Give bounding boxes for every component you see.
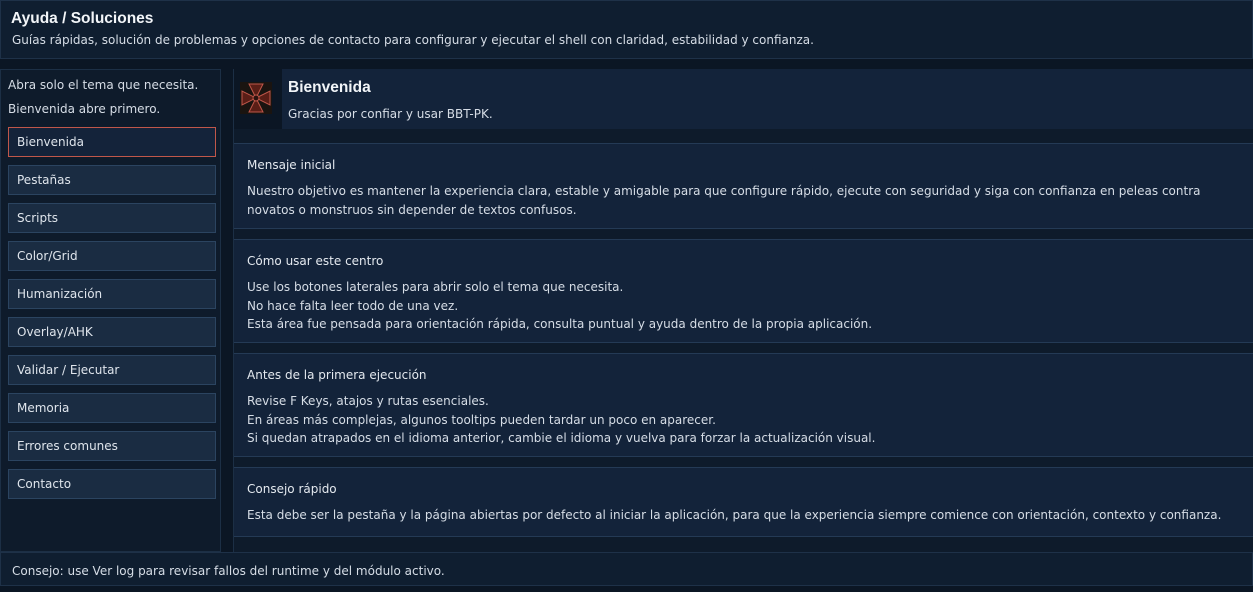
card-line: Nuestro objetivo es mantener la experien… [247, 184, 1201, 217]
section-title-box: Bienvenida Gracias por confiar y usar BB… [282, 69, 1253, 129]
section-header: Bienvenida Gracias por confiar y usar BB… [234, 69, 1253, 129]
footer-tip: Consejo: use Ver log para revisar fallos… [12, 564, 445, 578]
card-body: Use los botones laterales para abrir sol… [247, 278, 1247, 334]
sidebar-item-scripts[interactable]: Scripts [8, 203, 216, 233]
sidebar-item-pestanas[interactable]: Pestañas [8, 165, 216, 195]
app-subtitle: Guías rápidas, solución de problemas y o… [12, 33, 814, 47]
card-line: Revise F Keys, atajos y rutas esenciales… [247, 394, 489, 408]
status-footer: Consejo: use Ver log para revisar fallos… [0, 552, 1253, 586]
page-title: Bienvenida [288, 79, 371, 96]
info-card-mensaje-inicial: Mensaje inicial Nuestro objetivo es mant… [234, 143, 1253, 229]
sidebar-item-humanizacion[interactable]: Humanización [8, 279, 216, 309]
card-line: No hace falta leer todo de una vez. [247, 298, 459, 313]
card-line: Esta debe ser la pestaña y la página abi… [247, 508, 1222, 522]
sidebar-note-2: Bienvenida abre primero. [8, 102, 161, 116]
sidebar-item-errores-comunes[interactable]: Errores comunes [8, 431, 216, 461]
info-card-como-usar: Cómo usar este centro Use los botones la… [234, 239, 1253, 343]
card-title: Mensaje inicial [247, 158, 336, 172]
info-card-consejo-rapido: Consejo rápido Esta debe ser la pestaña … [234, 467, 1253, 537]
help-sidebar: Abra solo el tema que necesita. Bienveni… [0, 69, 221, 552]
card-title: Cómo usar este centro [247, 254, 384, 268]
page-header-bar: Ayuda / Soluciones Guías rápidas, soluci… [0, 0, 1253, 59]
card-line: Esta área fue pensada para orientación r… [247, 317, 873, 331]
sidebar-item-validar-ejecutar[interactable]: Validar / Ejecutar [8, 355, 216, 385]
info-card-antes-ejecucion: Antes de la primera ejecución Revise F K… [234, 353, 1253, 457]
card-title: Consejo rápido [247, 482, 337, 496]
card-body: Esta debe ser la pestaña y la página abi… [247, 506, 1247, 525]
card-line: Si quedan atrapados en el idioma anterio… [247, 431, 876, 445]
sidebar-note-1: Abra solo el tema que necesita. [8, 78, 199, 92]
page-subtitle: Gracias por confiar y usar BBT-PK. [288, 107, 493, 121]
sidebar-item-contacto[interactable]: Contacto [8, 469, 216, 499]
card-line: Use los botones laterales para abrir sol… [247, 280, 624, 294]
sidebar-item-bienvenida[interactable]: Bienvenida [8, 127, 216, 157]
card-line: En áreas más complejas, algunos tooltips… [247, 412, 716, 427]
sidebar-item-memoria[interactable]: Memoria [8, 393, 216, 423]
sidebar-item-overlay-ahk[interactable]: Overlay/AHK [8, 317, 216, 347]
sidebar-item-color-grid[interactable]: Color/Grid [8, 241, 216, 271]
card-body: Revise F Keys, atajos y rutas esenciales… [247, 392, 1247, 448]
card-title: Antes de la primera ejecución [247, 368, 427, 382]
cross-emblem-icon [240, 82, 272, 114]
help-content-panel: Bienvenida Gracias por confiar y usar BB… [233, 69, 1253, 552]
card-body: Nuestro objetivo es mantener la experien… [247, 182, 1247, 219]
app-title: Ayuda / Soluciones [11, 10, 154, 27]
